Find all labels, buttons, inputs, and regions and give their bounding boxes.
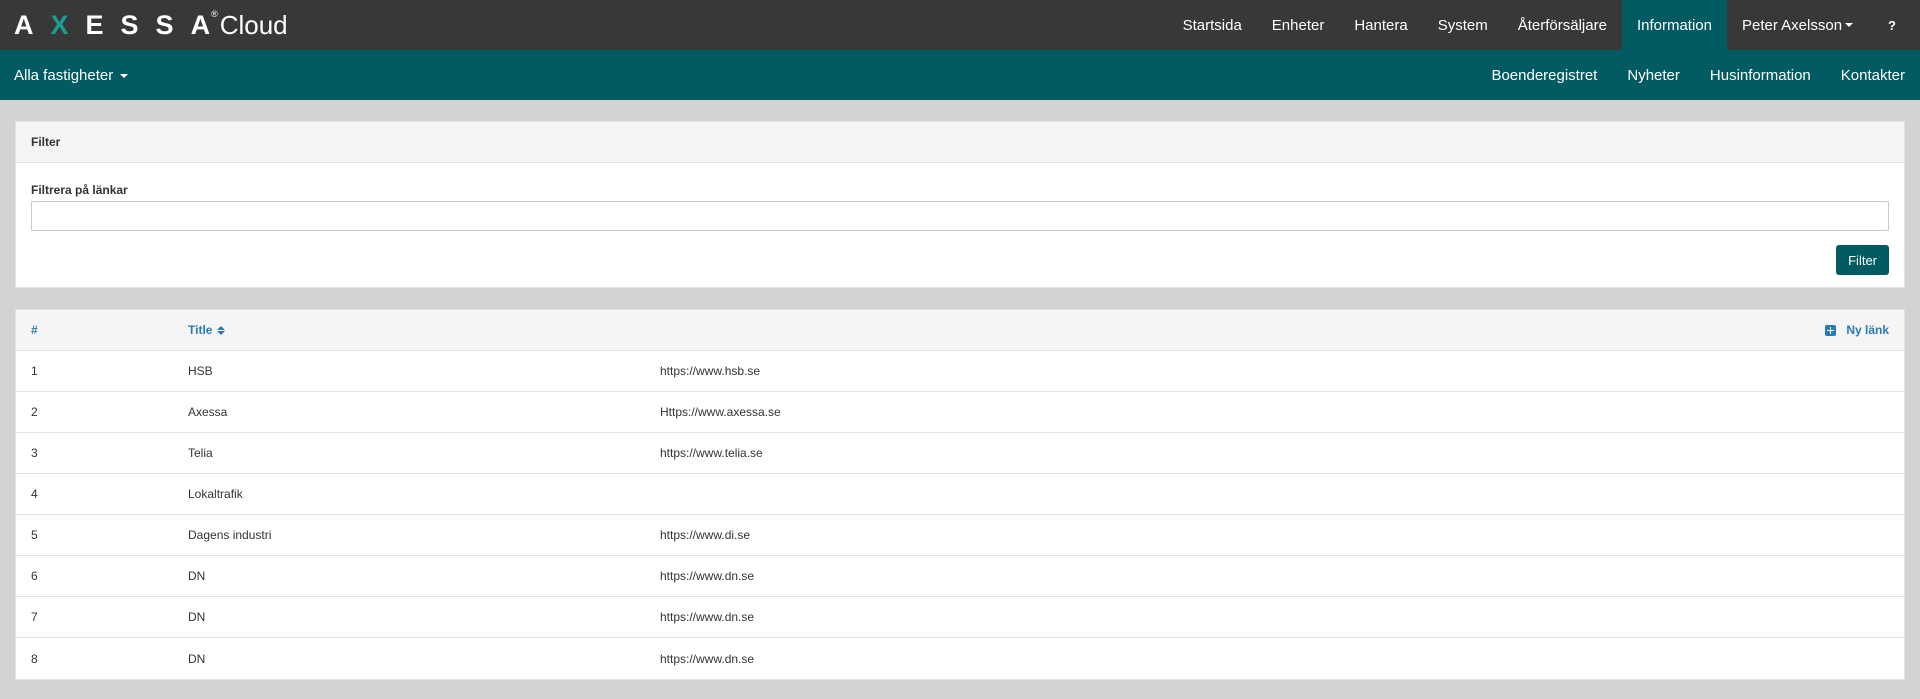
user-name: Peter Axelsson (1741, 16, 1843, 34)
help-button[interactable]: ? (1868, 0, 1920, 50)
table-row[interactable]: 6 DN https://www.dn.se (16, 556, 1904, 597)
new-link-label: Ny länk (1846, 323, 1889, 337)
table-row[interactable]: 2 Axessa Https://www.axessa.se (16, 392, 1904, 433)
table-row[interactable]: 1 HSB https://www.hsb.se (16, 351, 1904, 392)
table-row[interactable]: 5 Dagens industri https://www.di.se (16, 515, 1904, 556)
filter-links-input[interactable] (31, 201, 1889, 231)
help-icon: ? (1888, 17, 1896, 33)
row-number: 1 (31, 364, 38, 378)
row-title: DN (188, 569, 206, 583)
filter-panel-title: Filter (31, 135, 61, 149)
nav-aterforsaljare[interactable]: Återförsäljare (1503, 0, 1622, 50)
row-title: Dagens industri (188, 528, 272, 542)
subnav-boenderegistret[interactable]: Boenderegistret (1476, 67, 1612, 84)
user-menu[interactable]: Peter Axelsson (1727, 0, 1868, 50)
filter-links-label: Filtrera på länkar (31, 183, 128, 197)
filter-button[interactable]: Filter (1836, 245, 1889, 275)
column-header-number[interactable]: # (31, 323, 188, 337)
row-number: 7 (31, 610, 38, 624)
table-row[interactable]: 8 DN https://www.dn.se (16, 638, 1904, 679)
chevron-down-icon (120, 73, 129, 78)
subnav-husinformation[interactable]: Husinformation (1695, 67, 1826, 84)
links-table: # Title Ny länk 1 HSB https://www.hsb.se… (15, 309, 1905, 680)
information-submenu: Boenderegistret Nyheter Husinformation K… (1476, 67, 1920, 84)
column-header-title[interactable]: Title (188, 323, 226, 337)
property-selector-label: Alla fastigheter (14, 66, 114, 84)
sub-navbar: Alla fastigheter Boenderegistret Nyheter… (0, 50, 1920, 100)
row-number: 2 (31, 405, 38, 419)
logo-cloud-text: Cloud (219, 9, 288, 40)
row-title: Axessa (188, 405, 228, 419)
row-number: 6 (31, 569, 38, 583)
chevron-down-icon (1845, 23, 1854, 27)
row-title: DN (188, 651, 206, 666)
nav-information[interactable]: Information (1621, 0, 1727, 50)
table-row[interactable]: 7 DN https://www.dn.se (16, 597, 1904, 638)
property-selector[interactable]: Alla fastigheter (0, 66, 129, 84)
row-url: https://www.telia.se (660, 446, 763, 460)
column-header-title-label: Title (188, 323, 213, 337)
plus-square-icon (1825, 324, 1837, 336)
table-row[interactable]: 4 Lokaltrafik (16, 474, 1904, 515)
row-title: DN (188, 610, 206, 624)
row-number: 5 (31, 528, 38, 542)
nav-system[interactable]: System (1423, 0, 1503, 50)
nav-enheter[interactable]: Enheter (1257, 0, 1340, 50)
row-title: Telia (188, 446, 213, 460)
row-url: Https://www.axessa.se (660, 405, 781, 419)
row-number: 3 (31, 446, 38, 460)
row-url: https://www.di.se (660, 528, 751, 542)
row-number: 8 (31, 651, 38, 666)
top-navbar: AXESSA ® Cloud Startsida Enheter Hantera… (0, 0, 1920, 50)
subnav-kontakter[interactable]: Kontakter (1826, 67, 1905, 84)
filter-actions: Filter (31, 245, 1889, 275)
row-title: Lokaltrafik (188, 487, 243, 501)
table-row[interactable]: 3 Telia https://www.telia.se (16, 433, 1904, 474)
row-title: HSB (188, 364, 213, 378)
nav-hantera[interactable]: Hantera (1339, 0, 1422, 50)
filter-form: Filtrera på länkar Filter (16, 163, 1904, 275)
filter-panel-heading: Filter (16, 122, 1904, 163)
new-link-button[interactable]: Ny länk (1825, 323, 1889, 337)
links-table-header: # Title Ny länk (16, 310, 1904, 351)
app-logo[interactable]: AXESSA ® Cloud (0, 0, 288, 50)
logo-registered-mark: ® (211, 9, 218, 19)
logo-wordmark: AXESSA (14, 9, 228, 40)
row-url: https://www.dn.se (660, 651, 755, 666)
row-url: https://www.dn.se (660, 610, 755, 624)
filter-panel: Filter Filtrera på länkar Filter (15, 121, 1905, 288)
row-url: https://www.dn.se (660, 569, 755, 583)
main-menu: Startsida Enheter Hantera System Återför… (1168, 0, 1920, 50)
nav-startsida[interactable]: Startsida (1168, 0, 1257, 50)
sort-icon (217, 325, 226, 335)
subnav-nyheter[interactable]: Nyheter (1612, 67, 1695, 84)
row-number: 4 (31, 487, 38, 501)
row-url: https://www.hsb.se (660, 364, 761, 378)
